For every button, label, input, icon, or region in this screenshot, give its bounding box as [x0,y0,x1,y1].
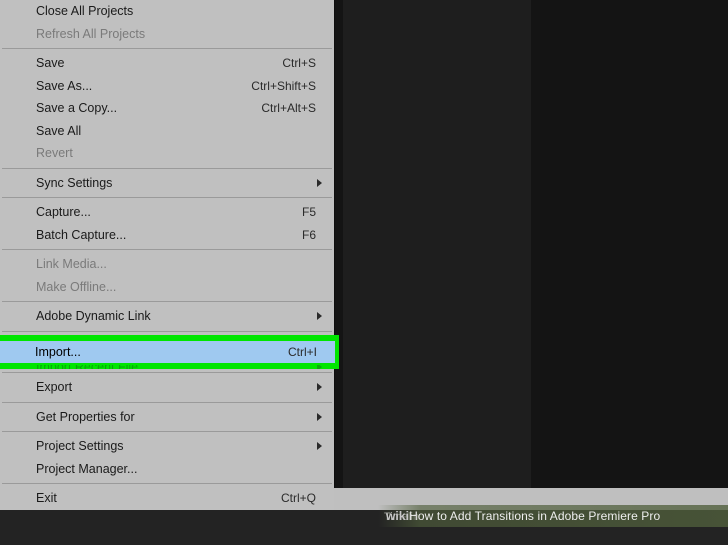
chevron-right-icon [317,365,322,369]
menu-item-save-as[interactable]: Save As... Ctrl+Shift+S [0,75,334,98]
menu-item-label: Refresh All Projects [36,27,316,41]
menu-item-label: Project Settings [36,439,316,453]
menu-item-make-offline: Make Offline... [0,276,334,299]
menu-item-label: Save As... [36,79,239,93]
menu-item-shortcut: F5 [302,205,316,219]
menu-item-label: Make Offline... [36,280,316,294]
menu-item-shortcut: Ctrl+S [282,56,316,70]
menu-item-shortcut: F6 [302,228,316,242]
menu-item-export[interactable]: Export [0,376,334,399]
chevron-right-icon [317,312,322,320]
menu-item-get-properties-for[interactable]: Get Properties for [0,406,334,429]
menu-item-label: Sync Settings [36,176,316,190]
chevron-right-icon [317,179,322,187]
menu-item-shortcut: Ctrl+I [288,345,317,359]
menu-item-label: Close All Projects [36,4,316,18]
menu-separator [2,197,332,198]
menu-item-save-a-copy[interactable]: Save a Copy... Ctrl+Alt+S [0,97,334,120]
chevron-right-icon [317,383,322,391]
menu-item-exit[interactable]: Exit Ctrl+Q [0,487,334,510]
watermark-title: How to Add Transitions in Adobe Premiere… [409,509,660,523]
menu-item-shortcut: Ctrl+Shift+S [251,79,316,93]
menu-item-shortcut: Ctrl+Alt+S [261,101,316,115]
menu-item-label: Revert [36,146,316,160]
menu-separator [2,331,332,332]
menu-separator [2,431,332,432]
menu-item-import-recent-file[interactable]: Import Recent File [0,365,334,369]
menu-item-highlight: Import... Ctrl+I [0,335,339,370]
menu-item-label: Import Recent File [36,365,316,369]
menu-separator [2,483,332,484]
menu-item-label: Save a Copy... [36,101,249,115]
menu-item-label: Adobe Dynamic Link [36,309,316,323]
menu-item-label: Link Media... [36,257,316,271]
menu-item-batch-capture[interactable]: Batch Capture... F6 [0,224,334,247]
preview-panel [334,0,728,488]
preview-area [343,0,531,488]
watermark-banner: wiki How to Add Transitions in Adobe Pre… [378,505,728,527]
menu-item-revert: Revert [0,142,334,165]
menu-item-save-all[interactable]: Save All [0,120,334,143]
menu-item-label: Project Manager... [36,462,316,476]
chevron-right-icon [317,413,322,421]
app-workspace: Close All Projects Refresh All Projects Sa… [0,0,728,545]
menu-item-label: Import... [35,345,276,359]
menu-item-import[interactable]: Import... Ctrl+I [0,341,335,364]
menu-item-capture[interactable]: Capture... F5 [0,201,334,224]
file-menu[interactable]: Close All Projects Refresh All Projects Sa… [0,0,334,510]
menu-item-label: Exit [36,491,269,505]
menu-item-label: Save All [36,124,316,138]
menu-separator [2,48,332,49]
menu-item-shortcut: Ctrl+Q [281,491,316,505]
menu-item-label: Get Properties for [36,410,316,424]
menu-item-label: Save [36,56,270,70]
menu-item-close-all-projects[interactable]: Close All Projects [0,0,334,23]
menu-item-link-media: Link Media... [0,253,334,276]
menu-item-sync-settings[interactable]: Sync Settings [0,172,334,195]
menu-separator [2,168,332,169]
menu-item-label: Capture... [36,205,290,219]
menu-item-project-settings[interactable]: Project Settings [0,435,334,458]
menu-item-project-manager[interactable]: Project Manager... [0,458,334,481]
menu-item-refresh-all-projects: Refresh All Projects [0,23,334,46]
menu-item-save[interactable]: Save Ctrl+S [0,52,334,75]
menu-item-label: Batch Capture... [36,228,290,242]
menu-separator [2,301,332,302]
chevron-right-icon [317,442,322,450]
menu-separator [2,249,332,250]
menu-separator [2,372,332,373]
menu-item-adobe-dynamic-link[interactable]: Adobe Dynamic Link [0,305,334,328]
menu-separator [2,402,332,403]
menu-item-label: Export [36,380,316,394]
watermark-prefix: wiki [386,509,409,523]
